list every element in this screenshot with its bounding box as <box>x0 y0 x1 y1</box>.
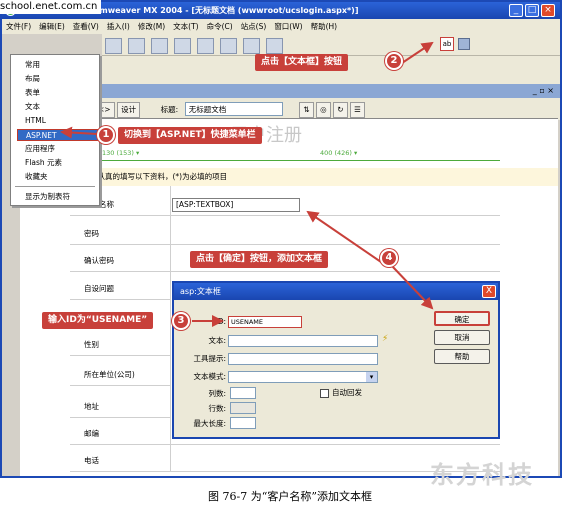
step-3-callout: 输入ID为“USENAME” <box>42 312 154 329</box>
step-2-callout: 点击【文本框】按钮 <box>255 54 349 71</box>
brand-watermark: 东方科技 <box>430 461 534 489</box>
step-1-badge: 1 <box>97 126 115 144</box>
step-1-callout: 切换到【ASP.NET】快捷菜单栏 <box>118 127 262 144</box>
step-3-badge: 3 <box>172 312 190 330</box>
step-2-badge: 2 <box>385 52 403 70</box>
step-4-badge: 4 <box>380 249 398 267</box>
figure-caption: 图 76-7 为“客户名称”添加文本框 <box>208 490 372 503</box>
step-4-callout: 点击【确定】按钮，添加文本框 <box>190 251 329 268</box>
